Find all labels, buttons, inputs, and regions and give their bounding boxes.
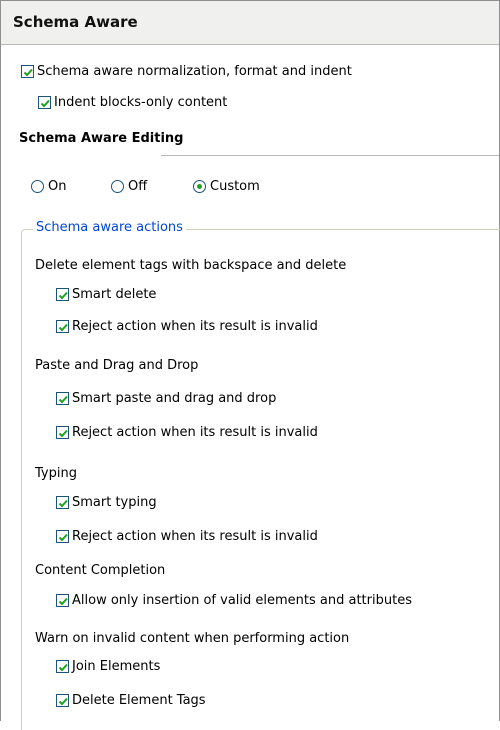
completion-group-label: Content Completion (35, 563, 166, 578)
radio-selected-icon (193, 180, 206, 193)
indent-blocks-label: Indent blocks-only content (54, 95, 228, 110)
checkmark-icon (21, 65, 34, 78)
paste-group-label: Paste and Drag and Drop (35, 358, 199, 373)
delete-group-label: Delete element tags with backspace and d… (35, 258, 347, 273)
checkmark-icon (56, 392, 69, 405)
normalize-checkbox[interactable]: Schema aware normalization, format and i… (21, 64, 352, 79)
radio-on[interactable]: On (31, 179, 66, 194)
section-separator (161, 155, 499, 156)
reject-paste-checkbox[interactable]: Reject action when its result is invalid (56, 425, 318, 440)
typing-group-label: Typing (35, 466, 77, 481)
radio-on-label: On (48, 179, 67, 194)
warn-group-label: Warn on invalid content when performing … (35, 631, 350, 646)
reject-delete-checkbox[interactable]: Reject action when its result is invalid (56, 319, 318, 334)
checkmark-icon (56, 594, 69, 607)
smart-delete-checkbox[interactable]: Smart delete (56, 287, 156, 302)
preferences-panel: Schema Aware Schema aware normalization,… (0, 0, 500, 730)
reject-paste-label: Reject action when its result is invalid (72, 425, 318, 440)
join-elements-label: Join Elements (72, 659, 161, 674)
editing-section-title: Schema Aware Editing (19, 131, 184, 146)
delete-element-tags-label: Delete Element Tags (72, 693, 206, 708)
radio-off-label: Off (128, 179, 148, 194)
checkmark-icon (56, 426, 69, 439)
checkmark-icon (56, 694, 69, 707)
checkmark-icon (56, 288, 69, 301)
panel-header: Schema Aware (1, 0, 499, 45)
allow-valid-checkbox[interactable]: Allow only insertion of valid elements a… (56, 593, 412, 608)
delete-element-tags-checkbox[interactable]: Delete Element Tags (56, 693, 206, 708)
checkmark-icon (56, 660, 69, 673)
normalize-label: Schema aware normalization, format and i… (37, 64, 352, 79)
join-elements-checkbox[interactable]: Join Elements (56, 659, 160, 674)
allow-valid-label: Allow only insertion of valid elements a… (72, 593, 412, 608)
smart-paste-checkbox[interactable]: Smart paste and drag and drop (56, 391, 276, 406)
radio-icon (31, 180, 44, 193)
actions-legend: Schema aware actions (33, 220, 186, 235)
smart-typing-label: Smart typing (72, 495, 157, 510)
checkmark-icon (56, 496, 69, 509)
page-title: Schema Aware (13, 13, 138, 31)
actions-fieldset (21, 229, 500, 730)
checkmark-icon (56, 320, 69, 333)
radio-icon (111, 180, 124, 193)
smart-typing-checkbox[interactable]: Smart typing (56, 495, 157, 510)
checkmark-icon (38, 96, 51, 109)
reject-delete-label: Reject action when its result is invalid (72, 319, 318, 334)
checkmark-icon (56, 530, 69, 543)
smart-paste-label: Smart paste and drag and drop (72, 391, 277, 406)
indent-blocks-checkbox[interactable]: Indent blocks-only content (38, 95, 227, 110)
reject-typing-checkbox[interactable]: Reject action when its result is invalid (56, 529, 318, 544)
radio-custom[interactable]: Custom (193, 179, 260, 194)
radio-off[interactable]: Off (111, 179, 147, 194)
radio-custom-label: Custom (210, 179, 260, 194)
reject-typing-label: Reject action when its result is invalid (72, 529, 318, 544)
smart-delete-label: Smart delete (72, 287, 157, 302)
